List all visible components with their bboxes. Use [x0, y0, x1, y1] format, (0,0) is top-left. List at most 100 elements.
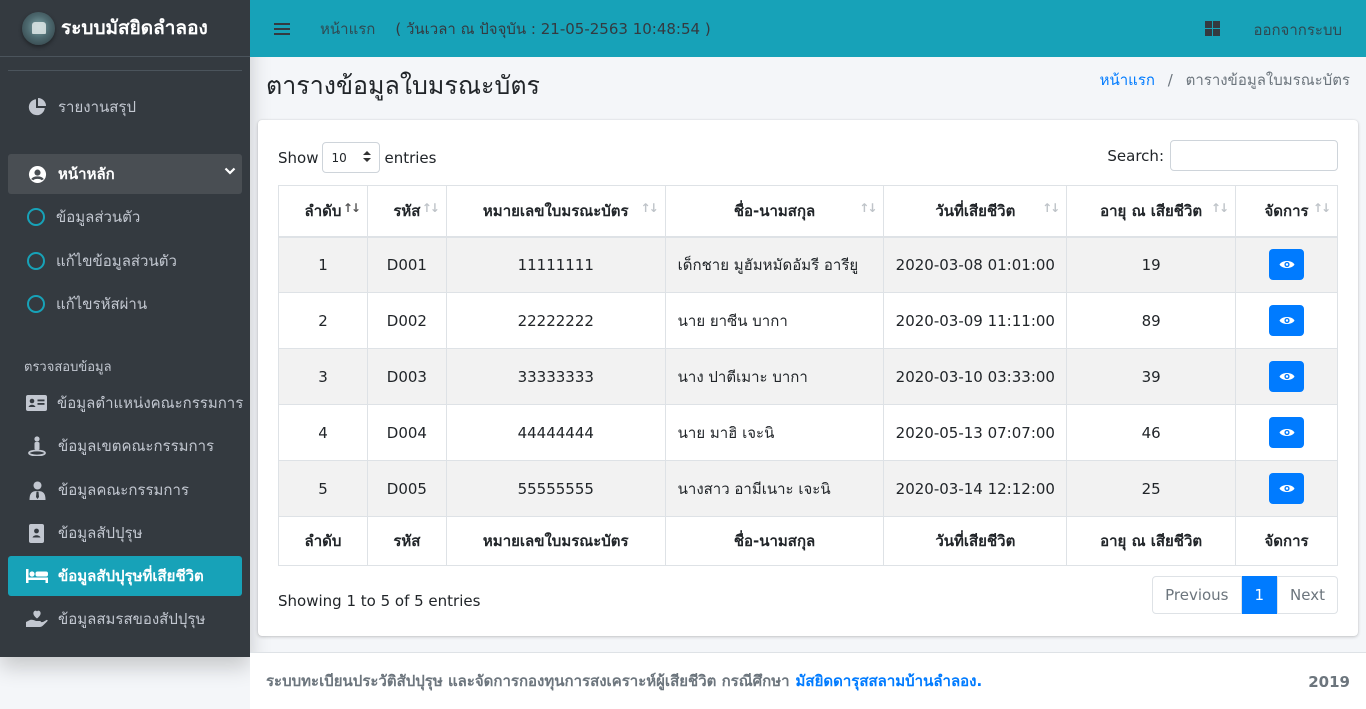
footer-death-date: วันที่เสียชีวิต: [883, 516, 1068, 566]
column-header-code[interactable]: รหัส ↑↓: [366, 185, 447, 238]
cell-age: 19: [1066, 236, 1237, 293]
breadcrumb-separator: /: [1167, 71, 1173, 89]
cell-order: 5: [278, 460, 368, 517]
view-button[interactable]: [1269, 473, 1305, 504]
brand-link[interactable]: ระบบมัสยิดลำลอง: [0, 0, 250, 57]
apps-grid-icon[interactable]: [1205, 21, 1220, 36]
sidebar-item-deceased-members[interactable]: ข้อมูลสัปปุรุษที่เสียชีวิต: [8, 556, 242, 596]
column-header-name[interactable]: ชื่อ-นามสกุล ↑↓: [664, 185, 885, 238]
column-header-manage[interactable]: จัดการ ↑↓: [1235, 185, 1338, 238]
eye-icon: [1279, 372, 1295, 381]
pie-chart-icon: [26, 96, 48, 118]
breadcrumb-current: ตารางข้อมูลใบมรณะบัตร: [1185, 71, 1350, 89]
sort-icon: ↑↓: [1210, 201, 1229, 215]
breadcrumb: หน้าแรก / ตารางข้อมูลใบมรณะบัตร: [1100, 68, 1350, 92]
menu-toggle-icon[interactable]: [274, 20, 290, 38]
sidebar-item-profile[interactable]: ข้อมูลส่วนตัว: [8, 197, 242, 237]
sidebar-item-edit-profile[interactable]: แก้ไขข้อมูลส่วนตัว: [8, 241, 242, 281]
chevron-down-icon: [224, 165, 236, 181]
logout-link[interactable]: ออกจากระบบ: [1253, 18, 1342, 42]
cell-certificate: 44444444: [445, 404, 666, 461]
cell-order: 2: [278, 292, 368, 349]
eye-icon: [1279, 484, 1295, 493]
bed-icon: [26, 565, 48, 587]
view-button[interactable]: [1269, 249, 1305, 281]
sort-icon: ↑↓: [640, 201, 659, 215]
eye-icon: [1279, 261, 1295, 269]
cell-name: นาย มาฮิ เจะนิ: [664, 404, 885, 461]
page-length-select[interactable]: 10: [322, 142, 381, 173]
sidebar-item-report[interactable]: รายงานสรุป: [8, 87, 242, 127]
cell-name: นาย ยาซีน บากา: [664, 292, 885, 349]
sidebar-item-members[interactable]: ข้อมูลสัปปุรุษ: [8, 513, 242, 553]
search-input[interactable]: [1170, 140, 1338, 171]
view-button[interactable]: [1269, 361, 1305, 392]
column-header-certificate[interactable]: หมายเลขใบมรณะบัตร ↑↓: [445, 185, 666, 238]
search-label: Search:: [1107, 146, 1164, 165]
cell-death-date: 2020-03-08 01:01:00: [883, 236, 1068, 293]
cell-certificate: 55555555: [445, 460, 666, 517]
sidebar-item-label: ข้อมูลสัปปุรุษที่เสียชีวิต: [58, 567, 204, 585]
cell-certificate: 22222222: [445, 292, 666, 349]
page-1-button[interactable]: 1: [1241, 576, 1278, 614]
top-navbar: หน้าแรก ( วันเวลา ณ ปัจจุบัน : 21-05-256…: [250, 0, 1366, 57]
next-page-button[interactable]: Next: [1277, 576, 1338, 614]
table-info: Showing 1 to 5 of 5 entries: [278, 592, 481, 610]
sidebar-item-change-password[interactable]: แก้ไขรหัสผ่าน: [8, 284, 242, 324]
page-length-control: Show 10 entries: [278, 142, 436, 173]
cell-age: 89: [1066, 292, 1237, 349]
sidebar-item-main[interactable]: หน้าหลัก: [8, 154, 242, 194]
cell-manage: [1235, 460, 1338, 517]
page-length-value: 10: [331, 150, 347, 165]
circle-icon: [26, 207, 46, 227]
sidebar-item-label: ข้อมูลเขตคณะกรรมการ: [58, 437, 215, 455]
sidebar-item-label: ข้อมูลสมรสของสัปปุรุษ: [58, 610, 206, 628]
sort-updown-icon: [363, 150, 372, 165]
column-header-death-date[interactable]: วันที่เสียชีวิต ↑↓: [883, 185, 1068, 238]
footer-order: ลำดับ: [278, 516, 368, 566]
footer-code: รหัส: [366, 516, 447, 566]
entries-label: entries: [384, 148, 437, 167]
page-footer: ระบบทะเบียนประวัติสัปปุรุษ และจัดการกองท…: [250, 652, 1366, 709]
sidebar-item-label: แก้ไขข้อมูลส่วนตัว: [56, 252, 177, 270]
sidebar: ระบบมัสยิดลำลอง รายงานสรุป หน้าหลัก ข้อม…: [0, 0, 250, 657]
table-footer-row: ลำดับ รหัส หมายเลขใบมรณะบัตร ชื่อ-นามสกุ…: [278, 516, 1338, 566]
cell-certificate: 33333333: [445, 348, 666, 405]
cell-code: D003: [366, 348, 447, 405]
hand-holding-heart-icon: [26, 608, 48, 630]
footer-link[interactable]: มัสยิดดารุสสลามบ้านลำลอง.: [796, 669, 983, 693]
column-header-order[interactable]: ลำดับ ↑↓: [278, 185, 368, 238]
cell-name: เด็กชาย มูฮัมหมัดอัมรี อารียู: [664, 236, 885, 293]
cell-order: 1: [278, 236, 368, 293]
previous-page-button[interactable]: Previous: [1152, 576, 1242, 614]
sidebar-item-committee-position[interactable]: ข้อมูลตำแหน่งคณะกรรมการ: [8, 383, 243, 423]
data-table-card: Show 10 entries Search: ลำดับ ↑↓ รหัส ↑↓ ห…: [258, 120, 1358, 636]
footer-manage: จัดการ: [1235, 516, 1338, 566]
eye-icon: [1279, 428, 1295, 437]
cell-death-date: 2020-03-09 11:11:00: [883, 292, 1068, 349]
circle-icon: [26, 294, 46, 314]
cell-manage: [1235, 292, 1338, 349]
pagination: Previous 1 Next: [1152, 576, 1338, 614]
cell-name: นาง ปาตีเมาะ บากา: [664, 348, 885, 405]
sidebar-item-marriage[interactable]: ข้อมูลสมรสของสัปปุรุษ: [8, 599, 242, 639]
top-home-link[interactable]: หน้าแรก: [320, 17, 375, 41]
cell-order: 4: [278, 404, 368, 461]
sidebar-item-label: หน้าหลัก: [58, 165, 115, 183]
cell-age: 46: [1066, 404, 1237, 461]
breadcrumb-home-link[interactable]: หน้าแรก: [1100, 71, 1155, 89]
view-button[interactable]: [1269, 305, 1305, 336]
user-tie-icon: [26, 479, 48, 501]
column-header-age[interactable]: อายุ ณ เสียชีวิต ↑↓: [1066, 185, 1237, 238]
sidebar-item-committee[interactable]: ข้อมูลคณะกรรมการ: [8, 470, 242, 510]
sidebar-item-committee-zone[interactable]: ข้อมูลเขตคณะกรรมการ: [8, 426, 242, 466]
footer-name: ชื่อ-นามสกุล: [664, 516, 885, 566]
table-row: 4 D004 44444444 นาย มาฮิ เจะนิ 2020-05-1…: [278, 404, 1338, 461]
view-button[interactable]: [1269, 417, 1305, 448]
id-card-icon: [26, 392, 47, 414]
sort-icon: ↑↓: [859, 201, 877, 215]
cell-manage: [1235, 348, 1338, 405]
user-circle-icon: [26, 163, 48, 185]
table-row: 2 D002 22222222 นาย ยาซีน บากา 2020-03-0…: [278, 292, 1338, 349]
table-row: 1 D001 11111111 เด็กชาย มูฮัมหมัดอัมรี อ…: [278, 236, 1338, 293]
